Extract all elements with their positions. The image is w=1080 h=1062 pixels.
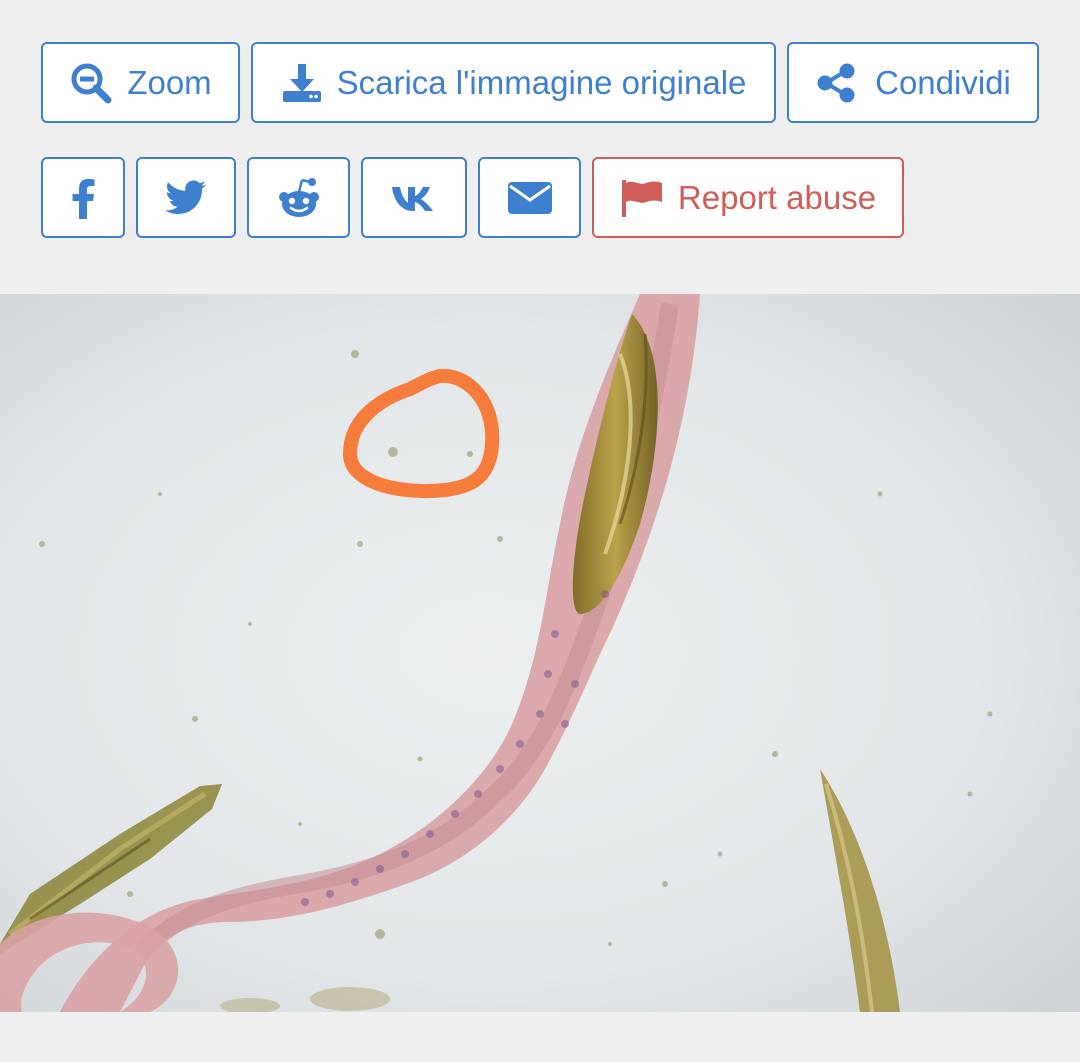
twitter-icon <box>165 180 207 216</box>
envelope-icon <box>507 180 553 216</box>
share-icon <box>815 62 857 104</box>
vk-icon <box>389 183 439 213</box>
email-share-button[interactable] <box>478 157 581 238</box>
reddit-icon <box>276 176 322 220</box>
download-original-button[interactable]: Scarica l'immagine originale <box>251 42 776 123</box>
report-abuse-button[interactable]: Report abuse <box>592 157 904 238</box>
twitter-share-button[interactable] <box>136 157 236 238</box>
download-label: Scarica l'immagine originale <box>336 63 747 101</box>
zoom-label: Zoom <box>127 63 212 101</box>
reddit-share-button[interactable] <box>247 157 350 238</box>
microscope-photo[interactable] <box>0 294 1080 1012</box>
report-abuse-label: Report abuse <box>677 178 877 216</box>
download-icon <box>281 62 323 104</box>
share-label: Condividi <box>875 63 1011 101</box>
zoom-button[interactable]: Zoom <box>41 42 240 123</box>
facebook-share-button[interactable] <box>41 157 125 238</box>
zoom-out-icon <box>69 61 113 105</box>
facebook-icon <box>69 177 97 219</box>
vk-share-button[interactable] <box>361 157 467 238</box>
share-button[interactable]: Condividi <box>787 42 1039 123</box>
flag-icon <box>620 178 664 218</box>
